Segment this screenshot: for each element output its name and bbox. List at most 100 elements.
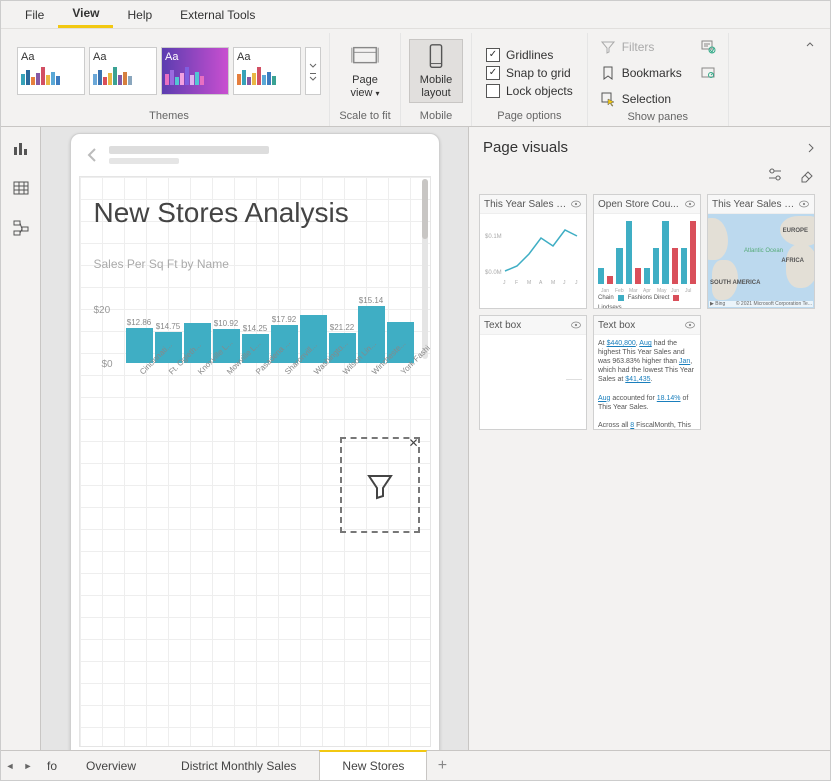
eraser-icon[interactable] [798,166,816,184]
theme-swatch-1[interactable]: Aa [17,47,85,95]
svg-text:J: J [563,280,566,286]
svg-text:Jul: Jul [685,288,691,294]
svg-text:Feb: Feb [615,288,624,294]
slicer-icon [363,468,397,502]
checkbox-gridlines[interactable]: Gridlines [486,48,573,62]
pane-filters[interactable]: Filters [598,37,684,57]
sync-slicers-icon [700,39,716,55]
pv-card-grouped-bar[interactable]: Open Store Cou... JanFebMarAprMayJunJul [593,194,701,309]
nav-data[interactable] [8,175,34,201]
menu-external-tools[interactable]: External Tools [166,1,269,28]
visibility-icon[interactable] [798,198,810,210]
svg-text:Apr: Apr [643,288,651,294]
pv-card-map[interactable]: This Year Sales b... EUROPE AFRICA SOUTH… [707,194,815,309]
model-icon [12,219,30,237]
settings-sliders-icon[interactable] [766,166,784,184]
checkbox-snap[interactable]: Snap to grid [486,66,573,80]
bar-chart[interactable]: $20 $0 $12.86Cincinnati...$14.75Ft. Ogle… [94,277,414,397]
left-nav-rail [1,127,41,750]
visibility-icon[interactable] [570,319,582,331]
pv-grid: This Year Sales b... $0.1M $0.0M JFMAMJJ… [469,194,830,430]
svg-text:May: May [657,288,667,294]
menu-help[interactable]: Help [113,1,166,28]
menu-bar: File View Help External Tools [1,1,830,29]
mobile-layout-button[interactable]: Mobile layout [409,39,463,103]
app-window: File View Help External Tools Aa Aa [0,0,831,781]
themes-dropdown[interactable] [305,47,321,95]
ribbon-group-themes: Aa Aa [9,33,330,126]
remove-visual-button[interactable]: ✕ [406,435,422,451]
ribbon-label-show-panes: Show panes [627,109,688,127]
svg-text:$0.1M: $0.1M [485,234,502,240]
ribbon: Aa Aa [1,29,830,127]
phone-scrollbar[interactable] [422,179,428,239]
pane-selection[interactable]: Selection [598,89,684,109]
y-tick-20: $20 [94,305,111,316]
svg-text:J: J [575,280,578,286]
phone-canvas[interactable]: New Stores Analysis Sales Per Sq Ft by N… [79,176,431,747]
ribbon-group-scale: Page view ▾ Scale to fit [330,33,401,126]
visibility-icon[interactable] [570,198,582,210]
theme-swatch-2[interactable]: Aa [89,47,157,95]
pane-sync-slicers[interactable] [698,37,718,57]
nav-report[interactable] [8,135,34,161]
mini-map: EUROPE AFRICA SOUTH AMERICA Atlantic Oce… [708,214,814,308]
chevron-right-icon[interactable] [806,141,816,155]
mobile-icon [421,42,451,72]
svg-text:Jun: Jun [671,288,679,294]
ribbon-group-show-panes: Filters Bookmarks Selection [588,33,729,126]
svg-text:M: M [527,280,531,286]
ribbon-label-themes: Themes [149,108,189,126]
back-icon [85,146,99,164]
visibility-icon[interactable] [684,319,696,331]
ribbon-group-mobile: Mobile layout Mobile [401,33,472,126]
tab-next[interactable]: ► [19,751,37,780]
canvas[interactable]: New Stores Analysis Sales Per Sq Ft by N… [41,127,468,750]
report-title: New Stores Analysis [94,197,349,229]
ribbon-label-page-options: Page options [497,108,561,126]
pv-header: Page visuals [469,127,830,162]
menu-file[interactable]: File [11,1,58,28]
page-view-icon [350,42,380,72]
body: New Stores Analysis Sales Per Sq Ft by N… [1,127,830,750]
theme-swatch-3[interactable]: Aa [161,47,229,95]
tab-overview[interactable]: Overview [64,751,159,780]
tab-new-stores[interactable]: New Stores [319,750,427,780]
tab-add[interactable]: + [427,751,457,780]
funnel-icon [600,39,616,55]
report-icon [12,139,30,157]
sparkline-icon: $0.1M $0.0M J F M A M J J [482,216,584,286]
bookmark-icon [600,65,616,81]
svg-text:J: J [503,280,506,286]
tab-prev[interactable]: ◄ [1,751,19,780]
svg-text:Jan: Jan [601,288,609,294]
menu-view[interactable]: View [58,1,113,28]
placed-slicer-visual[interactable]: ✕ [340,437,420,533]
pane-bookmarks[interactable]: Bookmarks [598,63,684,83]
table-icon [12,179,30,197]
chevron-down-icon [309,59,317,83]
tab-partial[interactable]: fo [37,751,64,780]
mini-grouped-bars [596,216,698,286]
nav-model[interactable] [8,215,34,241]
selection-icon [600,91,616,107]
ribbon-group-page-options: Gridlines Snap to grid Lock objects Page… [472,33,588,126]
pane-performance[interactable] [698,63,718,83]
page-view-button[interactable]: Page view ▾ [338,39,392,103]
svg-text:M: M [551,280,555,286]
pv-card-textbox-blank[interactable]: Text box -------- [479,315,587,430]
chart-subtitle: Sales Per Sq Ft by Name [94,257,229,271]
chart-bars: $12.86Cincinnati...$14.75Ft. Ogleth...Kn… [126,301,414,373]
theme-swatch-4[interactable]: Aa [233,47,301,95]
tab-district-monthly-sales[interactable]: District Monthly Sales [159,751,319,780]
svg-text:F: F [515,280,518,286]
checkbox-lock[interactable]: Lock objects [486,84,573,98]
svg-text:A: A [539,280,543,286]
page-visuals-pane: Page visuals This Year Sales b... $0.1M … [468,127,830,750]
page-tabs: ◄ ► fo Overview District Monthly Sales N… [1,750,830,780]
visibility-icon[interactable] [684,198,696,210]
svg-text:$0.0M: $0.0M [485,270,502,276]
pv-card-textbox[interactable]: Text box At $440,800, Aug had the highes… [593,315,701,430]
ribbon-collapse-icon[interactable] [804,39,816,51]
pv-card-line[interactable]: This Year Sales b... $0.1M $0.0M JFMAMJJ [479,194,587,309]
